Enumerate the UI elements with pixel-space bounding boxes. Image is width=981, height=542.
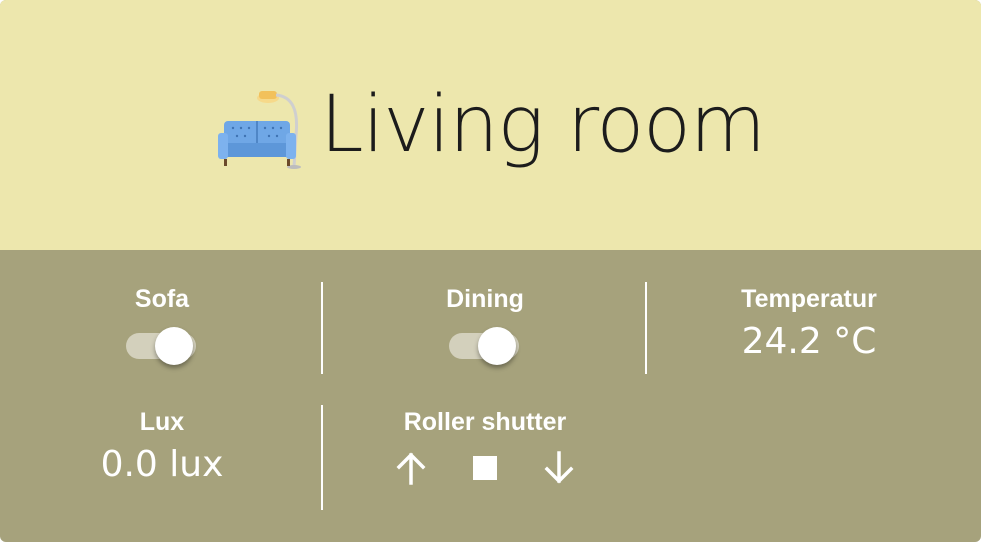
- dining-tile: Dining: [323, 284, 647, 368]
- couch-and-lamp-icon: [218, 91, 302, 169]
- dining-toggle[interactable]: [445, 324, 525, 368]
- temperature-tile[interactable]: Temperatur 24.2 °C: [647, 284, 971, 364]
- sofa-label: Sofa: [134, 285, 190, 313]
- shutter-down-button[interactable]: [540, 449, 578, 487]
- arrow-down-icon: [544, 451, 574, 484]
- toggle-thumb: [155, 327, 193, 365]
- shutter-stop-button[interactable]: [466, 449, 504, 487]
- title-row: Living room: [0, 70, 981, 180]
- roller-shutter-label: Roller shutter: [403, 408, 567, 436]
- lux-tile[interactable]: Lux 0.0 lux: [0, 407, 324, 487]
- arrow-up-icon: [396, 452, 426, 485]
- temperature-label: Temperatur: [741, 285, 877, 313]
- sofa-tile: Sofa: [0, 284, 324, 368]
- shutter-controls: [323, 449, 647, 487]
- temperature-value: 24.2 °C: [741, 321, 877, 362]
- lux-value: 0.0 lux: [100, 444, 224, 485]
- toggle-thumb: [478, 327, 516, 365]
- room-title: Living room: [320, 80, 766, 170]
- roller-shutter-tile: Roller shutter: [323, 407, 647, 487]
- lux-label: Lux: [139, 408, 185, 436]
- stop-icon: [473, 456, 497, 480]
- sofa-toggle[interactable]: [122, 324, 202, 368]
- card-header: Living room: [0, 0, 981, 250]
- dining-label: Dining: [446, 285, 524, 313]
- room-card: Living room Sofa Dining Temperatur 24.2 …: [0, 0, 981, 542]
- shutter-up-button[interactable]: [392, 449, 430, 487]
